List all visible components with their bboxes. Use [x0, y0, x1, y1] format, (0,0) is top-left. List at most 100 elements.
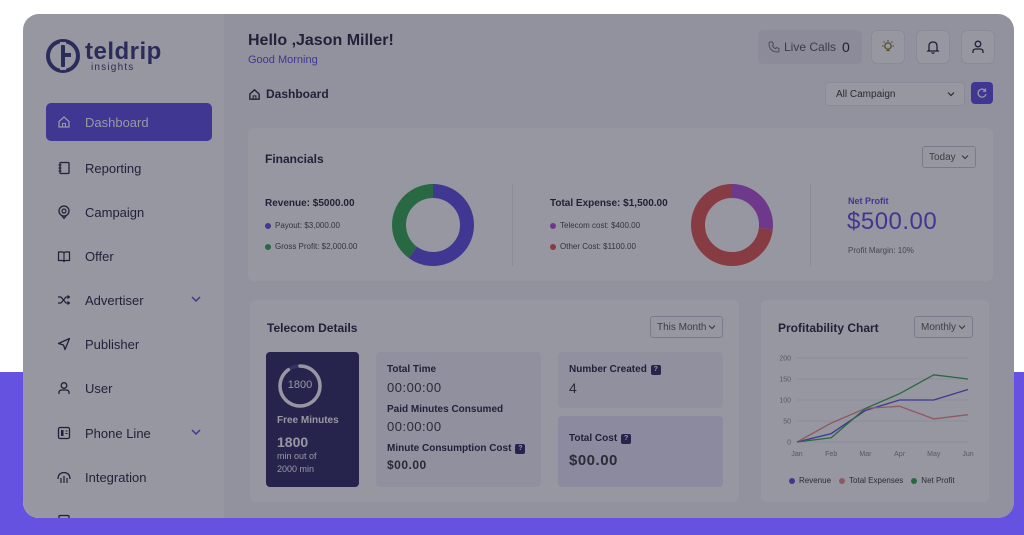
user-icon: [972, 40, 984, 53]
target-icon: [56, 204, 72, 220]
book-icon: [56, 248, 72, 264]
series-line-revenue: [796, 388, 969, 443]
profile-button[interactable]: [961, 30, 995, 64]
telecom-period-value: This Month: [657, 321, 707, 333]
bulb-icon: [882, 40, 894, 52]
consumption-cost-text: Minute Consumption Cost: [387, 443, 512, 454]
financials-period-value: Today: [929, 151, 956, 163]
x-tick-label: Feb: [825, 451, 837, 458]
phone-icon: [768, 41, 780, 53]
profitability-period-select[interactable]: Monthly: [914, 316, 973, 338]
legend-label: Total Expenses: [849, 476, 904, 485]
legend-label: Revenue: [799, 476, 832, 485]
sidebar-item-label: Reporting: [85, 160, 142, 176]
total-cost-label: Total Cost?: [569, 433, 632, 444]
legend-item[interactable]: Total Expenses: [839, 476, 903, 485]
greeting-title: Hello ,Jason Miller!: [248, 32, 394, 49]
sidebar-item-integration[interactable]: Integration: [46, 458, 212, 496]
campaign-select[interactable]: All Campaign: [825, 82, 965, 106]
help-icon[interactable]: ?: [515, 443, 526, 454]
breadcrumb-label: Dashboard: [266, 87, 329, 101]
total-cost-text: Total Cost: [569, 433, 618, 444]
sidebar-item-publisher[interactable]: Publisher: [46, 325, 212, 363]
chevron-down-icon[interactable]: [190, 426, 202, 438]
free-minutes-sub2: 2000 min: [277, 464, 315, 474]
x-tick-label: Mar: [859, 451, 872, 458]
breadcrumb: Dashboard: [248, 87, 329, 101]
chevron-down-icon: [958, 325, 966, 330]
theme-toggle-button[interactable]: [871, 30, 905, 64]
net-profit-label: Net Profit: [848, 196, 889, 206]
series-line-total-expenses: [796, 405, 969, 443]
total-cost-value: $00.00: [569, 452, 618, 469]
brand-name: teldrip: [85, 37, 162, 65]
logo-icon: [46, 39, 80, 73]
sidebar-item-user[interactable]: User: [46, 369, 212, 407]
shuffle-icon: [56, 292, 72, 308]
sidebar-item-phone-line[interactable]: Phone Line: [46, 414, 212, 452]
x-tick-label: Apr: [894, 451, 906, 458]
financials-card: Financials Today Revenue: $5000.00 Payou…: [248, 128, 993, 281]
legend-item[interactable]: Revenue: [789, 476, 831, 485]
other-cost-legend: Other Cost: $1100.00: [550, 242, 636, 251]
y-tick-label: 200: [779, 356, 791, 363]
revenue-label: Revenue: $5000.00: [265, 198, 355, 209]
app-window: teldrip insights Dashboard Reporting Cam…: [23, 14, 1014, 518]
y-tick-label: 50: [783, 419, 791, 426]
sidebar-item-offer[interactable]: Offer: [46, 237, 212, 275]
bell-icon: [926, 41, 940, 54]
sidebar-item-label: Advertiser: [85, 292, 144, 308]
free-minutes-box: 1800 Free Minutes 1800 min out of 2000 m…: [266, 352, 359, 487]
live-calls-button[interactable]: Live Calls 0: [758, 30, 862, 64]
help-icon[interactable]: ?: [621, 433, 632, 444]
profitability-line-chart: 0 50 100 150 200 Jan Feb Mar Apr May Jun: [779, 356, 973, 459]
telecom-cost-legend: Telecom cost: $400.00: [550, 221, 640, 230]
revenue-donut: [392, 184, 474, 266]
x-tick-label: Jan: [791, 451, 802, 458]
total-time-label: Total Time: [387, 364, 437, 375]
telecom-cost-label: Telecom cost: $400.00: [560, 221, 641, 230]
main-content: Hello ,Jason Miller! Good Morning Live C…: [224, 14, 1014, 518]
number-created-label: Number Created?: [569, 364, 661, 375]
consumption-cost-value: $00.00: [387, 458, 427, 472]
notifications-button[interactable]: [916, 30, 950, 64]
profitability-period-value: Monthly: [921, 321, 957, 333]
free-minutes-value: 1800: [277, 434, 309, 450]
greeting: Hello ,Jason Miller! Good Morning: [248, 32, 394, 66]
chevron-down-icon[interactable]: [190, 293, 202, 305]
sidebar-item-reporting[interactable]: Reporting: [46, 149, 212, 187]
x-tick-label: May: [927, 451, 941, 458]
sidebar-item-advertiser[interactable]: Advertiser: [46, 281, 212, 319]
financials-period-select[interactable]: Today: [922, 146, 976, 168]
brand-logo[interactable]: teldrip insights: [45, 38, 162, 74]
y-tick-label: 100: [779, 398, 791, 405]
document-icon: [56, 513, 72, 518]
total-cost-box: Total Cost? $00.00: [558, 416, 723, 487]
sidebar-item-more[interactable]: [46, 502, 212, 518]
telecom-period-select[interactable]: This Month: [650, 316, 723, 338]
profitability-card: Profitability Chart Monthly 0 50 100 150 200…: [761, 300, 989, 502]
sidebar-item-label: Phone Line: [85, 425, 151, 441]
phone-line-icon: [56, 425, 72, 441]
other-cost-label: Other Cost: $1100.00: [560, 242, 636, 251]
profitability-title: Profitability Chart: [778, 321, 879, 335]
divider: [810, 184, 811, 266]
payout-label: Payout: $3,000.00: [275, 221, 340, 230]
chevron-down-icon: [708, 325, 716, 330]
legend-item[interactable]: Net Profit: [911, 476, 955, 485]
chart-legend: Revenue Total Expenses Net Profit: [789, 476, 963, 485]
series-line-net-profit: [796, 374, 969, 443]
refresh-button[interactable]: [971, 82, 993, 104]
help-icon[interactable]: ?: [650, 364, 661, 375]
payout-legend: Payout: $3,000.00: [265, 221, 340, 230]
integration-icon: [56, 469, 72, 485]
sidebar-item-dashboard[interactable]: Dashboard: [46, 103, 212, 141]
expense-donut: [691, 184, 773, 266]
y-tick-label: 150: [779, 377, 791, 384]
consumption-cost-label: Minute Consumption Cost?: [387, 443, 526, 454]
sidebar-item-label: User: [85, 380, 113, 396]
total-time-value: 00:00:00: [387, 380, 442, 395]
free-minutes-ring-value: 1800: [287, 379, 313, 391]
sidebar-item-campaign[interactable]: Campaign: [46, 193, 212, 231]
telecom-title: Telecom Details: [267, 321, 358, 335]
